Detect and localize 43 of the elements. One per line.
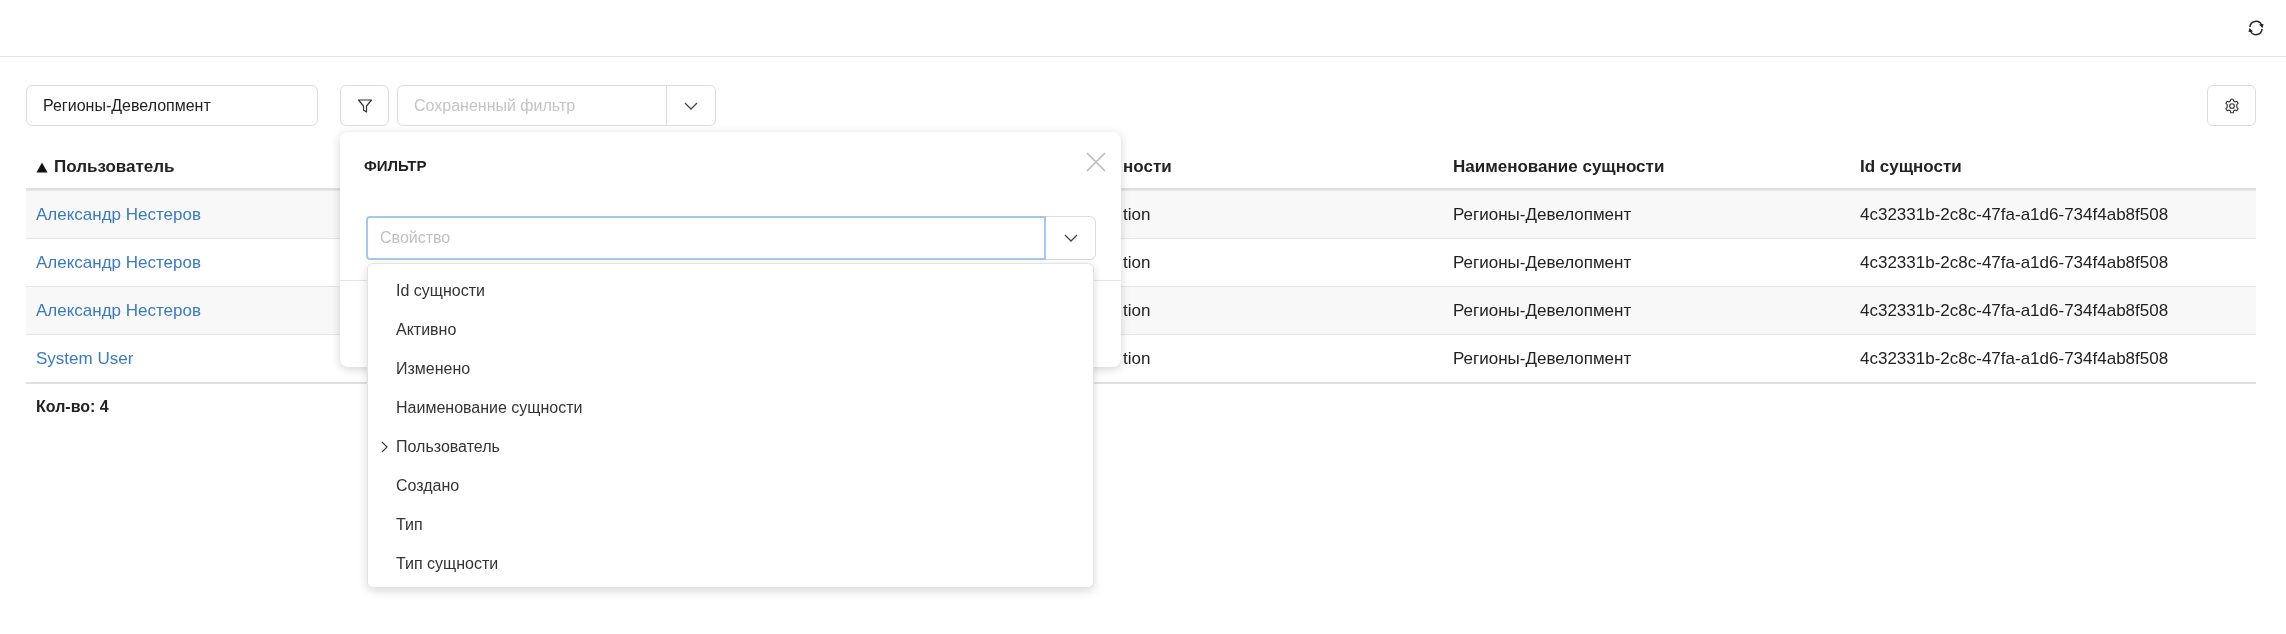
chevron-down-icon (1063, 234, 1078, 242)
table-cell: 4c32331b-2c8c-47fa-a1d6-734f4ab8f508 (1860, 252, 2169, 273)
row-count: Кол-во: 4 (36, 398, 109, 416)
settings-icon (2223, 97, 2240, 114)
sort-icon[interactable] (36, 161, 48, 173)
column-header[interactable]: Пользователь (54, 157, 175, 177)
dropdown-option[interactable]: Тип (368, 505, 1093, 544)
property-field[interactable]: Свойство (366, 216, 1046, 260)
table-cell: tion (1123, 300, 1151, 321)
column-header[interactable]: ности (1123, 157, 1172, 177)
table-cell: Регионы-Девелопмент (1453, 300, 1632, 321)
saved-filter-dropdown[interactable]: Сохраненный фильтр (397, 85, 716, 126)
table-cell: tion (1123, 252, 1151, 273)
table-cell: 4c32331b-2c8c-47fa-a1d6-734f4ab8f508 (1860, 300, 2169, 321)
dropdown-option[interactable]: Наименование сущности (368, 388, 1093, 427)
funnel-icon (356, 97, 373, 114)
chevron-down-icon (684, 101, 698, 110)
user-link[interactable]: Александр Нестеров (36, 204, 201, 225)
dropdown-option[interactable]: Тип сущности (368, 544, 1093, 583)
popup-title: ФИЛЬТР (364, 157, 427, 174)
table-cell: Регионы-Девелопмент (1453, 348, 1632, 369)
dropdown-option[interactable]: Пользователь (368, 427, 1093, 466)
settings-button[interactable] (2207, 85, 2256, 126)
table-cell: tion (1123, 348, 1151, 369)
column-header[interactable]: Id сущности (1860, 157, 1962, 177)
search-field[interactable]: Регионы-Девелопмент (26, 85, 318, 126)
filter-button[interactable] (340, 85, 389, 126)
user-link[interactable]: Александр Нестеров (36, 252, 201, 273)
dropdown-toggle[interactable] (1046, 216, 1096, 260)
chevron-right-icon (380, 440, 388, 453)
table-cell: 4c32331b-2c8c-47fa-a1d6-734f4ab8f508 (1860, 204, 2169, 225)
column-header[interactable]: Наименование сущности (1453, 157, 1665, 177)
table-cell: Регионы-Девелопмент (1453, 204, 1632, 225)
table-cell: Регионы-Девелопмент (1453, 252, 1632, 273)
table-cell: 4c32331b-2c8c-47fa-a1d6-734f4ab8f508 (1860, 348, 2169, 369)
user-link[interactable]: Александр Нестеров (36, 300, 201, 321)
dropdown-option[interactable]: Изменено (368, 349, 1093, 388)
dropdown-option[interactable]: Создано (368, 466, 1093, 505)
table-cell: tion (1123, 204, 1151, 225)
dropdown-option[interactable]: Id сущности (368, 271, 1093, 310)
user-link[interactable]: System User (36, 348, 134, 369)
dropdown-option[interactable]: Активно (368, 310, 1093, 349)
refresh-icon[interactable] (2247, 20, 2265, 36)
